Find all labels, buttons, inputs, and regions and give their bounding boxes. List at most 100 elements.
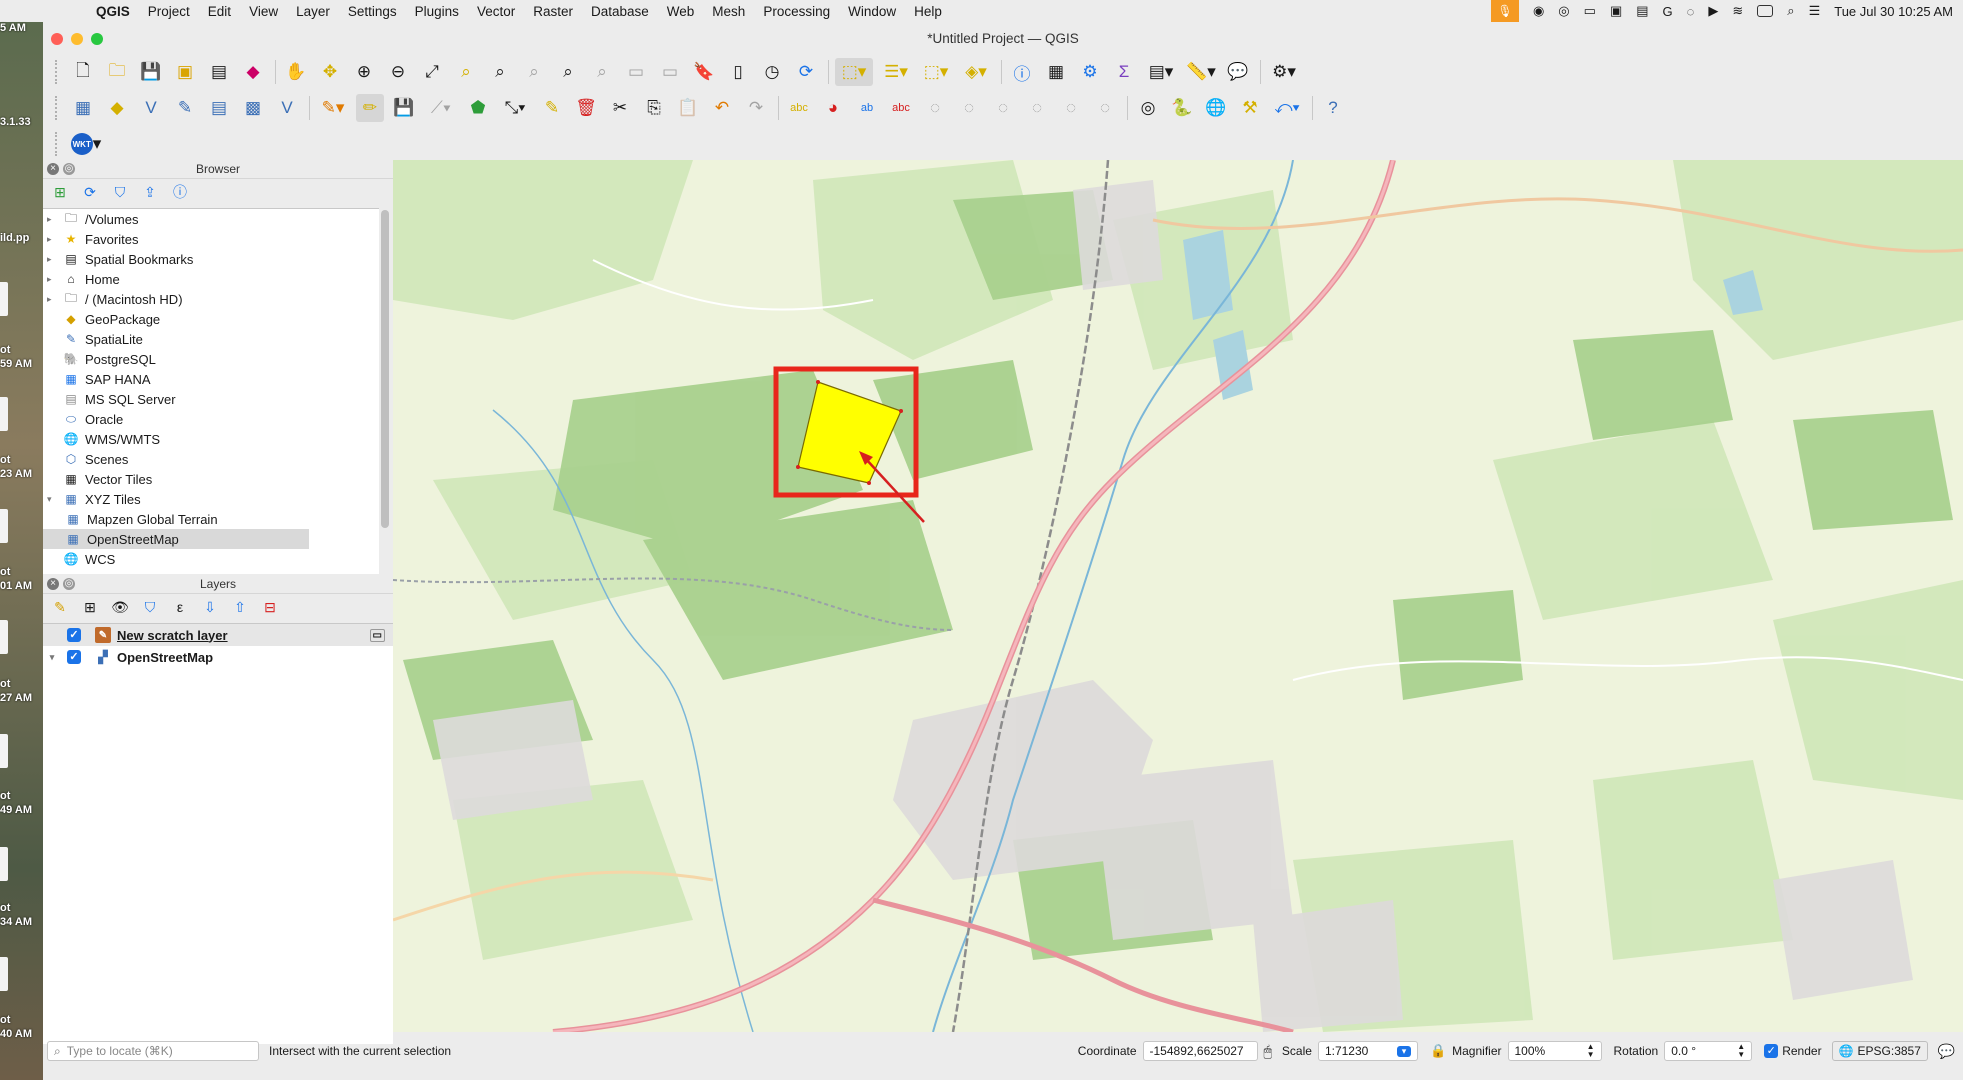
collapse-all-icon[interactable]: ⇧ — [229, 596, 251, 618]
desktop-file-thumbnail[interactable] — [0, 957, 8, 991]
browser-item[interactable]: ▦ Vector Tiles — [43, 469, 379, 489]
coordinate-field[interactable]: -154892,6625027 — [1142, 1041, 1258, 1061]
collapse-arrow-icon[interactable]: ▾ — [43, 652, 61, 663]
magnifier-spinbox[interactable]: 100% ▲ ▼ — [1507, 1041, 1602, 1061]
pin-label-icon[interactable]: ◌ — [1023, 94, 1051, 122]
desktop-file-thumbnail[interactable] — [0, 509, 8, 543]
current-edits-icon[interactable]: ✎▾ — [316, 94, 350, 122]
battery-icon[interactable] — [1757, 5, 1774, 17]
show-bookmarks-icon[interactable]: ▯ — [724, 58, 752, 86]
highlight-label-icon[interactable]: ab — [853, 94, 881, 122]
filter-icon[interactable]: ⛉ — [109, 181, 131, 203]
layout-manager-icon[interactable]: ▤ — [205, 58, 233, 86]
wkt-plugin-icon[interactable]: WKT ▾ — [69, 130, 103, 158]
reshape-icon[interactable]: ⤺▾ — [1270, 94, 1304, 122]
expand-all-icon[interactable]: ⇩ — [199, 596, 221, 618]
zoom-in-icon[interactable]: ⊕ — [350, 58, 378, 86]
browser-item[interactable]: ◆ GeoPackage — [43, 309, 379, 329]
status-app-icon[interactable]: ◎ — [1558, 3, 1569, 19]
expand-arrow-icon[interactable]: ▸ — [47, 254, 57, 265]
temporal-controller-icon[interactable]: ◷ — [758, 58, 786, 86]
vertex-tool-icon[interactable]: ⤡▾ — [498, 94, 532, 122]
select-by-attribute-icon[interactable]: ☰▾ — [879, 58, 913, 86]
menu-processing[interactable]: Processing — [763, 4, 830, 19]
new-temporary-layer-icon[interactable]: ▤ — [205, 94, 233, 122]
toggle-extents-icon[interactable]: 🖱 — [1264, 1043, 1272, 1060]
style-manager-icon[interactable]: ◆ — [239, 58, 267, 86]
status-app-icon[interactable]: ▤ — [1636, 3, 1648, 19]
browser-item[interactable]: ▦ SAP HANA — [43, 369, 379, 389]
rotate-label-icon[interactable]: ◌ — [955, 94, 983, 122]
scale-combobox[interactable]: 1:71230 ▾ — [1317, 1041, 1418, 1061]
menu-database[interactable]: Database — [591, 4, 649, 19]
locator-search-input[interactable]: ⌕ Type to locate (⌘K) — [47, 1041, 259, 1061]
browser-item[interactable]: ▸ ⌂ Home — [43, 269, 379, 289]
desktop-file-thumbnail[interactable] — [0, 847, 8, 881]
filter-legend-icon[interactable]: ⛉ — [139, 596, 161, 618]
open-attribute-table-icon[interactable]: ▦ — [1042, 58, 1070, 86]
map-tips-icon[interactable]: 💬 — [1224, 58, 1252, 86]
add-selected-layers-icon[interactable]: ⊞ — [49, 181, 71, 203]
select-features-icon[interactable]: ⬚▾ — [835, 58, 873, 86]
float-panel-button[interactable]: ◎ — [63, 578, 75, 590]
new-shapefile-layer-icon[interactable]: V — [137, 94, 165, 122]
close-panel-button[interactable]: × — [47, 163, 59, 175]
collapse-all-icon[interactable]: ⇪ — [139, 181, 161, 203]
collapse-arrow-icon[interactable]: ▾ — [47, 494, 57, 505]
menu-vector[interactable]: Vector — [477, 4, 515, 19]
new-spatialite-layer-icon[interactable]: ✎ — [171, 94, 199, 122]
help-icon[interactable]: ? — [1319, 94, 1347, 122]
new-map-view-icon[interactable]: ▭ — [622, 58, 650, 86]
search-icon[interactable]: ⌕ — [1787, 3, 1794, 19]
expand-arrow-icon[interactable]: ▸ — [47, 234, 57, 245]
browser-item[interactable]: ▦ OpenStreetMap — [43, 529, 309, 549]
browser-item[interactable]: 🌐 WCS — [43, 549, 379, 569]
status-app-icon[interactable]: ◌ — [1687, 4, 1695, 19]
statistical-summary-icon[interactable]: Σ — [1110, 58, 1138, 86]
add-polygon-feature-icon[interactable]: ⬟ — [464, 94, 492, 122]
microphone-icon[interactable]: 🎙 — [1490, 0, 1519, 22]
processing-toolbox-icon[interactable]: ⚙ — [1076, 58, 1104, 86]
status-app-icon[interactable]: ◉ — [1533, 3, 1544, 19]
gps-tracking-icon[interactable]: ◎ — [1134, 94, 1162, 122]
expand-arrow-icon[interactable]: ▸ — [47, 274, 57, 285]
menu-layer[interactable]: Layer — [296, 4, 330, 19]
show-hide-labels-icon[interactable]: abc — [887, 94, 915, 122]
zoom-full-icon[interactable]: ⤢ — [418, 58, 446, 86]
browser-item[interactable]: ▾ ▦ XYZ Tiles — [43, 489, 379, 509]
browser-item[interactable]: ⬡ Scenes — [43, 449, 379, 469]
menu-raster[interactable]: Raster — [533, 4, 573, 19]
modify-attributes-icon[interactable]: ✎ — [538, 94, 566, 122]
browser-item[interactable]: ▸ 🗀 /Volumes — [43, 209, 379, 229]
zoom-to-selection-icon[interactable]: ⌕ — [452, 58, 480, 86]
status-app-icon[interactable]: G — [1663, 4, 1673, 19]
browser-item[interactable]: 🐘 PostgreSQL — [43, 349, 379, 369]
menubar-clock[interactable]: Tue Jul 30 10:25 AM — [1834, 4, 1953, 19]
toolbar-grip[interactable] — [55, 96, 61, 120]
browser-item[interactable]: ▦ Mapzen Global Terrain — [43, 509, 379, 529]
diagram-options-icon[interactable]: ◕ — [819, 94, 847, 122]
control-center-icon[interactable]: ☰ — [1809, 3, 1821, 19]
filter-by-expression-icon[interactable]: ε — [169, 596, 191, 618]
new-virtual-layer-icon[interactable]: ▩ — [239, 94, 267, 122]
float-panel-button[interactable]: ◎ — [63, 163, 75, 175]
display-icon[interactable]: ▭ — [1584, 3, 1596, 19]
close-panel-button[interactable]: × — [47, 578, 59, 590]
undo-icon[interactable]: ↶ — [708, 94, 736, 122]
python-console-icon[interactable]: 🐍 — [1168, 94, 1196, 122]
layer-item[interactable]: ▾ ✓ ▞ OpenStreetMap — [43, 646, 393, 668]
desktop-file-thumbnail[interactable] — [0, 282, 8, 316]
refresh-icon[interactable]: ⟳ — [79, 181, 101, 203]
menu-help[interactable]: Help — [914, 4, 942, 19]
desktop-file-thumbnail[interactable] — [0, 734, 8, 768]
data-source-manager-icon[interactable]: ▦ — [69, 94, 97, 122]
delete-selected-icon[interactable]: 🗑 — [572, 94, 600, 122]
menu-window[interactable]: Window — [848, 4, 896, 19]
select-by-location-icon[interactable]: ◈▾ — [959, 58, 993, 86]
toolbar-grip[interactable] — [55, 132, 61, 156]
toggle-editing-icon[interactable]: ✏ — [356, 94, 384, 122]
browser-item[interactable]: 🌐 WMS/WMTS — [43, 429, 379, 449]
zoom-out-icon[interactable]: ⊖ — [384, 58, 412, 86]
expand-arrow-icon[interactable]: ▸ — [47, 214, 57, 225]
render-checkbox[interactable]: ✓ — [1764, 1044, 1779, 1058]
